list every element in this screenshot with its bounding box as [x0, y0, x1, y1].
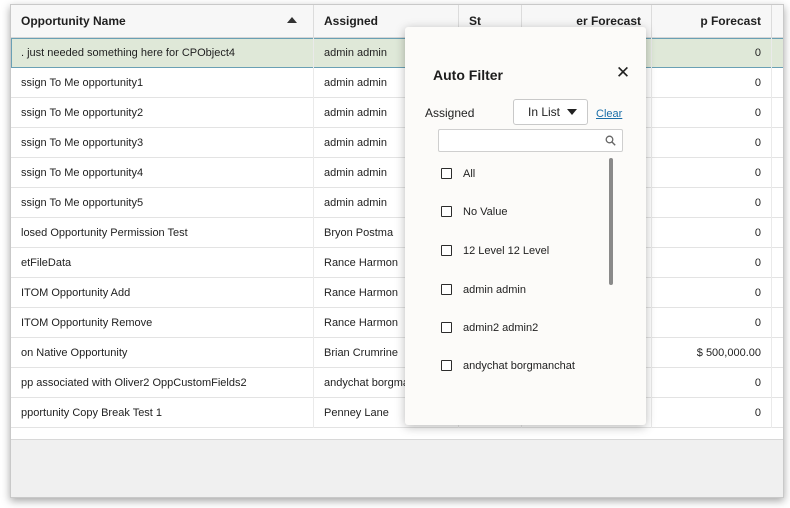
filter-field-label: Assigned	[425, 106, 475, 120]
column-header-label: Assigned	[324, 14, 379, 28]
cell-opportunity-name[interactable]: ssign To Me opportunity2	[11, 98, 314, 128]
auto-filter-dialog: Auto Filter ✕ Assigned In List Clear All…	[405, 27, 646, 425]
table-row[interactable]: . just needed something here for CPObjec…	[11, 38, 783, 68]
cell-opportunity-name[interactable]: pp associated with Oliver2 OppCustomFiel…	[11, 368, 314, 398]
column-header-opportunity-name[interactable]: Opportunity Name	[11, 5, 314, 38]
column-header-label: St	[469, 14, 481, 28]
filter-search-field[interactable]	[438, 129, 623, 152]
option-label: No Value	[463, 206, 508, 218]
grid-footer	[11, 439, 783, 497]
column-header-forecast-2[interactable]: p Forecast	[652, 5, 772, 38]
column-header-label: er Forecast	[576, 14, 641, 28]
cell-forecast-2[interactable]: 0	[652, 248, 772, 278]
close-icon[interactable]: ✕	[613, 63, 633, 83]
table-row[interactable]: etFileData Rance Harmon 0	[11, 248, 783, 278]
table-row[interactable]: ssign To Me opportunity5 admin admin 0	[11, 188, 783, 218]
option-checkbox[interactable]	[441, 284, 452, 295]
option-checkbox[interactable]	[441, 322, 452, 333]
option-label: admin admin	[463, 284, 526, 296]
cell-opportunity-name[interactable]: pportunity Copy Break Test 1	[11, 398, 314, 428]
grid-header: Opportunity Name Assigned St er Forecast…	[11, 5, 783, 38]
cell-forecast-2[interactable]: 0	[652, 188, 772, 218]
search-icon	[605, 135, 616, 146]
cell-forecast-2[interactable]: 0	[652, 68, 772, 98]
option-checkbox[interactable]	[441, 168, 452, 179]
cell-opportunity-name[interactable]: ssign To Me opportunity1	[11, 68, 314, 98]
sort-ascending-icon[interactable]	[287, 17, 297, 23]
caret-down-icon	[567, 109, 577, 115]
cell-forecast-2[interactable]: 0	[652, 278, 772, 308]
cell-forecast-2[interactable]: 0	[652, 128, 772, 158]
cell-opportunity-name[interactable]: ITOM Opportunity Add	[11, 278, 314, 308]
cell-forecast-2[interactable]: 0	[652, 398, 772, 428]
cell-forecast-2[interactable]: $ 500,000.00	[652, 338, 772, 368]
cell-forecast-2[interactable]: 0	[652, 158, 772, 188]
table-row[interactable]: ITOM Opportunity Add Rance Harmon 0	[11, 278, 783, 308]
cell-opportunity-name[interactable]: losed Opportunity Permission Test	[11, 218, 314, 248]
opportunity-grid-window: Opportunity Name Assigned St er Forecast…	[10, 4, 784, 498]
cell-opportunity-name[interactable]: ssign To Me opportunity5	[11, 188, 314, 218]
cell-opportunity-name[interactable]: ITOM Opportunity Remove	[11, 308, 314, 338]
cell-forecast-2[interactable]: 0	[652, 38, 772, 68]
table-row[interactable]: ITOM Opportunity Remove Rance Harmon 0	[11, 308, 783, 338]
filter-search-input[interactable]	[439, 130, 599, 151]
operator-value: In List	[528, 105, 561, 119]
clear-link[interactable]: Clear	[596, 108, 622, 120]
dialog-title: Auto Filter	[433, 67, 503, 83]
table-row[interactable]: on Native Opportunity Brian Crumrine $ 500…	[11, 338, 783, 368]
grid-body: . just needed something here for CPObjec…	[11, 38, 783, 428]
table-row[interactable]: ssign To Me opportunity1 admin admin 0	[11, 68, 783, 98]
option-label: All	[463, 168, 476, 180]
cell-forecast-2[interactable]: 0	[652, 368, 772, 398]
cell-opportunity-name[interactable]: ssign To Me opportunity4	[11, 158, 314, 188]
column-header-label: p Forecast	[700, 14, 761, 28]
table-row[interactable]: ssign To Me opportunity3 admin admin 0	[11, 128, 783, 158]
filter-options-list: All No Value 12 Level 12 Level admin admin a…	[441, 158, 621, 408]
option-checkbox[interactable]	[441, 245, 452, 256]
option-label: 12 Level 12 Level	[463, 245, 550, 257]
table-row[interactable]: ssign To Me opportunity4 admin admin 0	[11, 158, 783, 188]
table-row[interactable]: pportunity Copy Break Test 1 Penney Lane 0	[11, 398, 783, 428]
cell-forecast-2[interactable]: 0	[652, 218, 772, 248]
operator-dropdown[interactable]: In List	[513, 99, 588, 125]
table-row[interactable]: pp associated with Oliver2 OppCustomFiel…	[11, 368, 783, 398]
column-header-label: Opportunity Name	[21, 14, 126, 28]
option-label: andychat borgmanchat	[463, 360, 575, 372]
option-checkbox[interactable]	[441, 206, 452, 217]
cell-forecast-2[interactable]: 0	[652, 308, 772, 338]
cell-opportunity-name[interactable]: . just needed something here for CPObjec…	[11, 38, 314, 68]
cell-opportunity-name[interactable]: on Native Opportunity	[11, 338, 314, 368]
cell-opportunity-name[interactable]: ssign To Me opportunity3	[11, 128, 314, 158]
cell-opportunity-name[interactable]: etFileData	[11, 248, 314, 278]
options-scrollbar[interactable]	[609, 158, 613, 285]
table-row[interactable]: ssign To Me opportunity2 admin admin 0	[11, 98, 783, 128]
option-label: admin2 admin2	[463, 322, 539, 334]
cell-forecast-2[interactable]: 0	[652, 98, 772, 128]
option-checkbox[interactable]	[441, 360, 452, 371]
table-row[interactable]: losed Opportunity Permission Test Bryon P…	[11, 218, 783, 248]
